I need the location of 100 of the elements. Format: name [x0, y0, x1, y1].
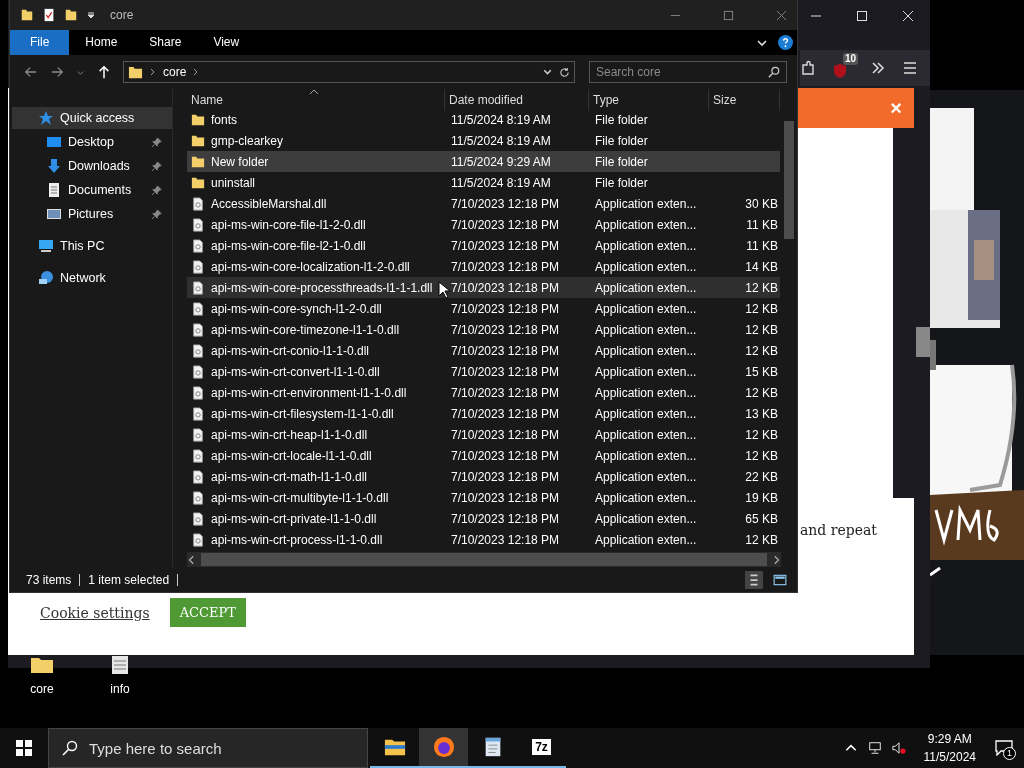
- nav-item[interactable]: Desktop: [12, 131, 172, 153]
- mouse-pointer-icon: [438, 281, 450, 299]
- folder-icon: [20, 7, 34, 23]
- menu-icon[interactable]: [902, 60, 918, 76]
- search-field[interactable]: Search core: [589, 61, 787, 83]
- windows-start-icon[interactable]: [16, 740, 32, 756]
- column-header[interactable]: Size: [713, 93, 737, 107]
- network-icon[interactable]: [867, 741, 882, 755]
- ribbon-tab[interactable]: View: [197, 30, 256, 55]
- up-arrow-icon[interactable]: [97, 65, 111, 79]
- file-gear-icon: [191, 490, 205, 505]
- cookie-settings-link[interactable]: Cookie settings: [40, 604, 150, 621]
- nav-item[interactable]: Documents: [12, 179, 172, 201]
- selection-count: 1 item selected: [88, 572, 170, 587]
- file-type: File folder: [595, 133, 648, 148]
- file-row[interactable]: api-ms-win-core-file-l1-2-0.dll 7/10/2023 12:18 PM Application exten... 11 KB: [187, 214, 780, 235]
- file-row[interactable]: api-ms-win-crt-private-l1-1-0.dll 7/10/2023 12:18 PM Application exten... 65 KB: [187, 508, 780, 529]
- desktop-icon[interactable]: info: [96, 656, 144, 696]
- accept-button[interactable]: ACCEPT: [169, 598, 246, 627]
- scroll-left-icon[interactable]: [187, 554, 197, 565]
- dropdown-icon[interactable]: [86, 10, 96, 20]
- ribbon-tab[interactable]: Share: [133, 30, 198, 55]
- file-row[interactable]: api-ms-win-core-file-l2-1-0.dll 7/10/2023 12:18 PM Application exten... 11 KB: [187, 235, 780, 256]
- column-header[interactable]: Date modified: [449, 93, 524, 107]
- back-arrow-icon[interactable]: [24, 65, 38, 79]
- date-modified: 7/10/2023 12:18 PM: [451, 343, 560, 358]
- file-row[interactable]: api-ms-win-crt-multibyte-l1-1-0.dll 7/10/2023 12:18 PM Application exten... 19 KB: [187, 487, 780, 508]
- file-row[interactable]: api-ms-win-crt-convert-l1-1-0.dll 7/10/2023 12:18 PM Application exten... 15 KB: [187, 361, 780, 382]
- file-row[interactable]: gmp-clearkey 11/5/2024 8:19 AM File folder: [187, 130, 780, 151]
- taskbar-app-button[interactable]: [419, 728, 468, 768]
- refresh-icon[interactable]: [559, 66, 570, 78]
- address-bar[interactable]: core: [123, 61, 575, 83]
- sort-caret-icon: [309, 89, 319, 95]
- date-modified: 7/10/2023 12:18 PM: [451, 217, 560, 232]
- file-size: 65 KB: [745, 511, 778, 526]
- file-gear-icon: [191, 511, 205, 526]
- nav-item[interactable]: Pictures: [12, 203, 172, 225]
- details-view-icon[interactable]: [745, 570, 763, 589]
- file-row[interactable]: api-ms-win-crt-filesystem-l1-1-0.dll 7/10/2023 12:18 PM Application exten... 13 KB: [187, 403, 780, 424]
- date-modified: 11/5/2024 9:29 AM: [451, 154, 551, 169]
- help-icon[interactable]: [778, 35, 793, 50]
- file-row[interactable]: api-ms-win-crt-heap-l1-1-0.dll 7/10/2023 12:18 PM Application exten... 12 KB: [187, 424, 780, 445]
- clock[interactable]: 9:29 AM 11/5/2024: [915, 730, 984, 766]
- nav-item[interactable]: Quick access: [12, 107, 172, 129]
- file-size: 12 KB: [745, 343, 778, 358]
- file-row[interactable]: api-ms-win-crt-environment-l1-1-0.dll 7/10/2023 12:18 PM Application exten... 12 KB: [187, 382, 780, 403]
- forward-arrow-icon[interactable]: [50, 65, 64, 79]
- file-name: api-ms-win-crt-conio-l1-1-0.dll: [211, 343, 370, 358]
- date-modified: 11/5/2024 8:19 AM: [451, 175, 551, 190]
- folder-icon: [191, 112, 205, 127]
- file-type: File folder: [595, 154, 648, 169]
- file-type: Application exten...: [595, 364, 697, 379]
- desktop-icon[interactable]: core: [18, 656, 66, 696]
- horizontal-scrollbar[interactable]: [187, 552, 781, 567]
- file-size: 19 KB: [745, 490, 778, 505]
- nav-item[interactable]: Network: [12, 267, 172, 289]
- properties-icon[interactable]: [42, 7, 56, 23]
- file-size: 14 KB: [745, 259, 778, 274]
- file-row[interactable]: api-ms-win-core-processthreads-l1-1-1.dll 7/10/2023 12:18 PM Application exten... 12 KB: [187, 277, 780, 298]
- column-header[interactable]: Name: [191, 93, 223, 107]
- file-row[interactable]: api-ms-win-crt-process-l1-1-0.dll 7/10/2023 12:18 PM Application exten... 12 KB: [187, 529, 780, 550]
- network-icon: [38, 270, 54, 286]
- file-row[interactable]: api-ms-win-core-localization-l1-2-0.dll 7/10/2023 12:18 PM Application exten... 14 KB: [187, 256, 780, 277]
- column-header[interactable]: Type: [593, 93, 619, 107]
- file-type: Application exten...: [595, 448, 697, 463]
- file-row[interactable]: api-ms-win-core-timezone-l1-1-0.dll 7/10/2023 12:18 PM Application exten... 12 KB: [187, 319, 780, 340]
- notification-button[interactable]: 1: [984, 728, 1024, 768]
- ribbon-tab[interactable]: File: [10, 30, 70, 55]
- file-name: api-ms-win-core-localization-l1-2-0.dll: [211, 259, 410, 274]
- nav-item[interactable]: This PC: [12, 235, 172, 257]
- file-type: Application exten...: [595, 406, 697, 421]
- volume-muted-icon[interactable]: [891, 741, 906, 755]
- file-row[interactable]: api-ms-win-crt-locale-l1-1-0.dll 7/10/2023 12:18 PM Application exten... 12 KB: [187, 445, 780, 466]
- file-type: Application exten...: [595, 385, 697, 400]
- file-row[interactable]: api-ms-win-crt-conio-l1-1-0.dll 7/10/2023 12:18 PM Application exten... 12 KB: [187, 340, 780, 361]
- file-row[interactable]: api-ms-win-crt-math-l1-1-0.dll 7/10/2023 12:18 PM Application exten... 22 KB: [187, 466, 780, 487]
- file-row[interactable]: fonts 11/5/2024 8:19 AM File folder: [187, 109, 780, 130]
- date-modified: 7/10/2023 12:18 PM: [451, 385, 560, 400]
- extensions-icon[interactable]: [800, 60, 816, 76]
- file-name: New folder: [211, 154, 269, 169]
- new-folder-icon[interactable]: [64, 7, 78, 23]
- date-modified: 7/10/2023 12:18 PM: [451, 280, 560, 295]
- nav-item[interactable]: Downloads: [12, 155, 172, 177]
- date-modified: 7/10/2023 12:18 PM: [451, 364, 560, 379]
- file-type: Application exten...: [595, 238, 697, 253]
- file-type: Application exten...: [595, 532, 697, 547]
- ribbon-tab[interactable]: Home: [69, 30, 134, 55]
- computer-icon: [38, 238, 54, 254]
- file-type: File folder: [595, 112, 648, 127]
- file-row[interactable]: api-ms-win-core-synch-l1-2-0.dll 7/10/2023 12:18 PM Application exten... 12 KB: [187, 298, 780, 319]
- file-row[interactable]: New folder 11/5/2024 9:29 AM File folder: [187, 151, 780, 172]
- file-row[interactable]: uninstall 11/5/2024 8:19 AM File folder: [187, 172, 780, 193]
- file-name: api-ms-win-crt-process-l1-1-0.dll: [211, 532, 383, 547]
- file-row[interactable]: AccessibleMarshal.dll 7/10/2023 12:18 PM Application exten... 30 KB: [187, 193, 780, 214]
- file-type: Application exten...: [595, 322, 697, 337]
- file-name: api-ms-win-core-processthreads-l1-1-1.dll: [211, 280, 433, 295]
- taskbar-app-button[interactable]: 7z: [517, 728, 566, 768]
- scroll-right-icon[interactable]: [771, 554, 781, 565]
- overflow-chevron-icon[interactable]: [870, 60, 886, 76]
- taskbar-search-field[interactable]: Type here to search: [48, 728, 368, 768]
